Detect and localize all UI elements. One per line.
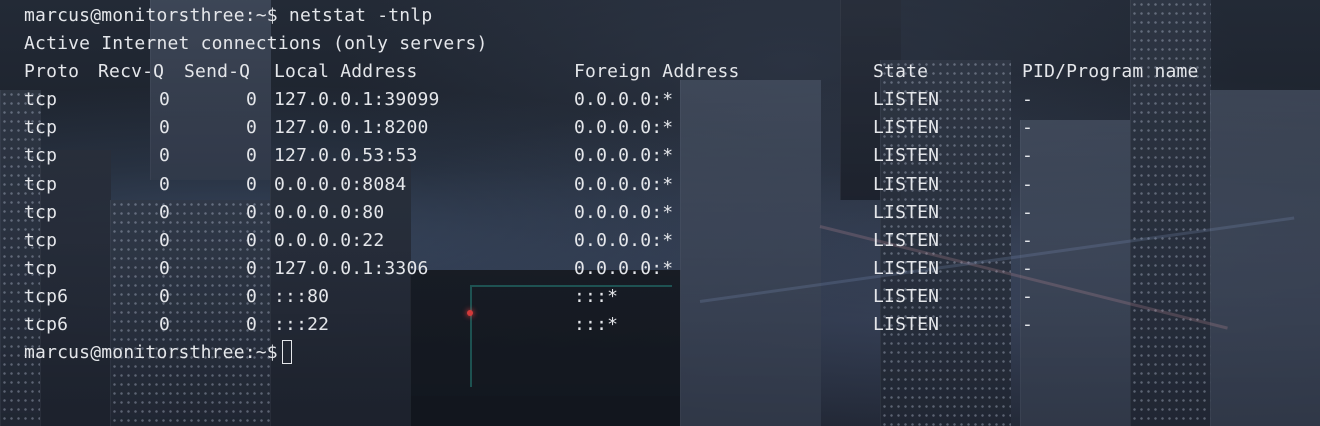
column-header-recv-q: Recv-Q bbox=[98, 61, 165, 83]
row-send-q: 0 bbox=[246, 314, 258, 336]
row-state: LISTEN bbox=[873, 117, 940, 139]
row-send-q: 0 bbox=[246, 285, 258, 307]
row-local-address: :::22 bbox=[274, 314, 330, 336]
row-proto: tcp bbox=[24, 145, 58, 167]
row-recv-q: 0 bbox=[159, 201, 171, 223]
row-send-q: 0 bbox=[246, 89, 258, 111]
row-state: LISTEN bbox=[873, 173, 940, 195]
shell-prompt: marcus@monitorsthree:~$ bbox=[24, 342, 278, 364]
row-proto: tcp bbox=[24, 173, 58, 195]
table-row: tcp 0 0 127.0.0.53:53 0.0.0.0:* LISTEN - bbox=[24, 142, 1320, 170]
row-state: LISTEN bbox=[873, 257, 940, 279]
row-recv-q: 0 bbox=[159, 314, 171, 336]
row-foreign-address: 0.0.0.0:* bbox=[574, 145, 674, 167]
output-heading: Active Internet connections (only server… bbox=[24, 30, 1320, 58]
row-local-address: 127.0.0.1:39099 bbox=[274, 89, 440, 111]
row-foreign-address: 0.0.0.0:* bbox=[574, 173, 674, 195]
row-pid: - bbox=[1022, 173, 1034, 195]
input-line[interactable]: marcus@monitorsthree:~$ bbox=[24, 339, 1320, 367]
row-send-q: 0 bbox=[246, 229, 258, 251]
row-recv-q: 0 bbox=[159, 257, 171, 279]
row-proto: tcp bbox=[24, 117, 58, 139]
row-recv-q: 0 bbox=[159, 173, 171, 195]
row-proto: tcp6 bbox=[24, 314, 69, 336]
row-foreign-address: 0.0.0.0:* bbox=[574, 89, 674, 111]
column-header-pid-program: PID/Program name bbox=[1022, 61, 1199, 83]
terminal-window[interactable]: marcus@monitorsthree:~$ netstat -tnlp Ac… bbox=[0, 0, 1320, 426]
row-local-address: 0.0.0.0:80 bbox=[274, 201, 385, 223]
column-header-send-q: Send-Q bbox=[184, 61, 251, 83]
row-proto: tcp bbox=[24, 257, 58, 279]
text-cursor[interactable] bbox=[281, 340, 292, 365]
row-local-address: 127.0.0.1:3306 bbox=[274, 257, 429, 279]
row-proto: tcp6 bbox=[24, 285, 69, 307]
row-foreign-address: :::* bbox=[574, 285, 619, 307]
row-local-address: :::80 bbox=[274, 285, 330, 307]
column-header-proto: Proto bbox=[24, 61, 80, 83]
row-foreign-address: 0.0.0.0:* bbox=[574, 257, 674, 279]
row-recv-q: 0 bbox=[159, 229, 171, 251]
row-state: LISTEN bbox=[873, 145, 940, 167]
column-header-local-address: Local Address bbox=[274, 61, 418, 83]
column-header-foreign-address: Foreign Address bbox=[574, 61, 740, 83]
table-header: Proto Recv-Q Send-Q Local Address Foreig… bbox=[24, 58, 1320, 86]
row-send-q: 0 bbox=[246, 145, 258, 167]
command-text: netstat -tnlp bbox=[288, 5, 433, 26]
row-pid: - bbox=[1022, 229, 1034, 251]
row-recv-q: 0 bbox=[159, 285, 171, 307]
row-foreign-address: 0.0.0.0:* bbox=[574, 229, 674, 251]
row-foreign-address: 0.0.0.0:* bbox=[574, 117, 674, 139]
row-pid: - bbox=[1022, 285, 1034, 307]
row-state: LISTEN bbox=[873, 285, 940, 307]
row-state: LISTEN bbox=[873, 201, 940, 223]
table-row: tcp 0 0 127.0.0.1:8200 0.0.0.0:* LISTEN … bbox=[24, 114, 1320, 142]
row-state: LISTEN bbox=[873, 89, 940, 111]
shell-prompt: marcus@monitorsthree:~$ bbox=[24, 5, 278, 26]
row-local-address: 0.0.0.0:22 bbox=[274, 229, 385, 251]
row-pid: - bbox=[1022, 257, 1034, 279]
row-recv-q: 0 bbox=[159, 117, 171, 139]
row-pid: - bbox=[1022, 314, 1034, 336]
row-proto: tcp bbox=[24, 229, 58, 251]
row-pid: - bbox=[1022, 89, 1034, 111]
row-send-q: 0 bbox=[246, 117, 258, 139]
row-local-address: 127.0.0.53:53 bbox=[274, 145, 418, 167]
row-send-q: 0 bbox=[246, 257, 258, 279]
table-row: tcp6 0 0 :::80 :::* LISTEN - bbox=[24, 283, 1320, 311]
row-pid: - bbox=[1022, 145, 1034, 167]
row-foreign-address: :::* bbox=[574, 314, 619, 336]
table-row: tcp 0 0 0.0.0.0:8084 0.0.0.0:* LISTEN - bbox=[24, 171, 1320, 199]
column-header-state: State bbox=[873, 61, 929, 83]
row-recv-q: 0 bbox=[159, 145, 171, 167]
row-proto: tcp bbox=[24, 89, 58, 111]
row-proto: tcp bbox=[24, 201, 58, 223]
row-state: LISTEN bbox=[873, 314, 940, 336]
row-recv-q: 0 bbox=[159, 89, 171, 111]
row-local-address: 0.0.0.0:8084 bbox=[274, 173, 407, 195]
command-line: marcus@monitorsthree:~$ netstat -tnlp bbox=[24, 2, 1320, 30]
row-pid: - bbox=[1022, 201, 1034, 223]
table-row: tcp 0 0 0.0.0.0:22 0.0.0.0:* LISTEN - bbox=[24, 227, 1320, 255]
row-foreign-address: 0.0.0.0:* bbox=[574, 201, 674, 223]
table-row: tcp 0 0 127.0.0.1:3306 0.0.0.0:* LISTEN … bbox=[24, 255, 1320, 283]
table-row: tcp 0 0 127.0.0.1:39099 0.0.0.0:* LISTEN… bbox=[24, 86, 1320, 114]
row-state: LISTEN bbox=[873, 229, 940, 251]
row-local-address: 127.0.0.1:8200 bbox=[274, 117, 429, 139]
table-row: tcp 0 0 0.0.0.0:80 0.0.0.0:* LISTEN - bbox=[24, 199, 1320, 227]
row-pid: - bbox=[1022, 117, 1034, 139]
output-heading-text: Active Internet connections (only server… bbox=[24, 33, 488, 55]
table-row: tcp6 0 0 :::22 :::* LISTEN - bbox=[24, 311, 1320, 339]
row-send-q: 0 bbox=[246, 201, 258, 223]
row-send-q: 0 bbox=[246, 173, 258, 195]
